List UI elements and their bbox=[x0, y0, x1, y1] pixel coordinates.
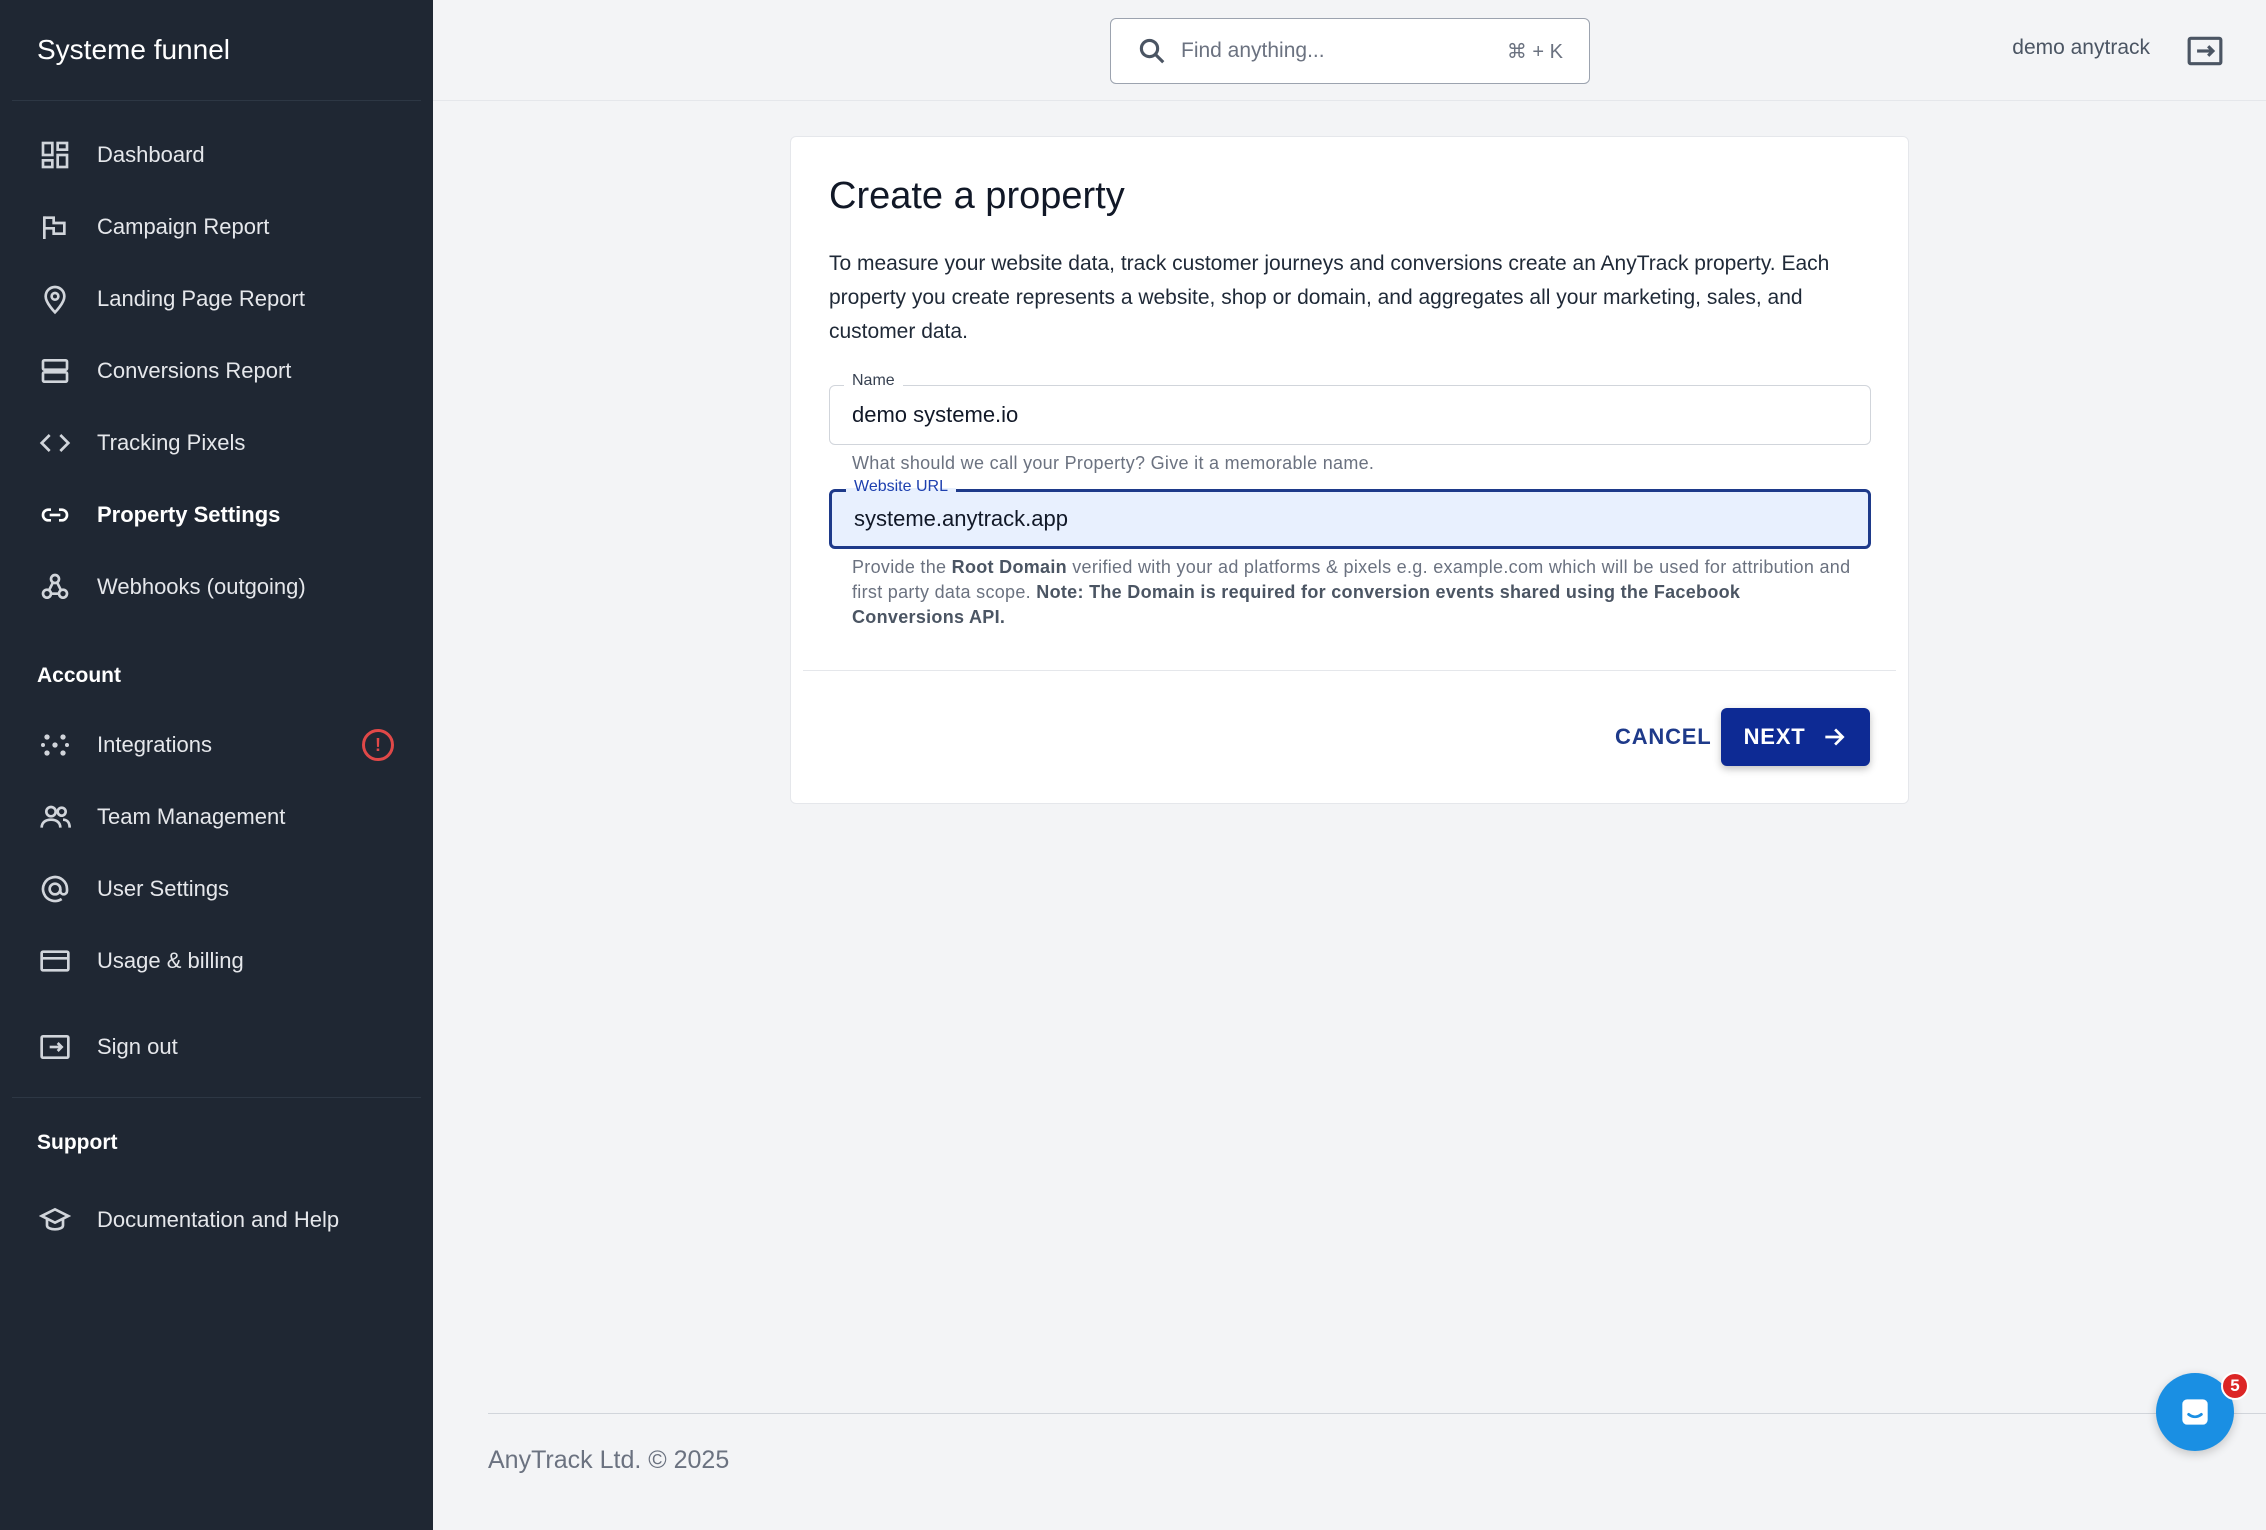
webhook-icon bbox=[37, 569, 73, 605]
sidebar-item-label: Usage & billing bbox=[97, 948, 244, 973]
sidebar-item-team-management[interactable]: Team Management bbox=[0, 781, 433, 853]
sidebar-item-dashboard[interactable]: Dashboard bbox=[0, 119, 433, 191]
sidebar-item-campaign-report[interactable]: Campaign Report bbox=[0, 191, 433, 263]
form-description: To measure your website data, track cust… bbox=[829, 252, 1830, 343]
search-input[interactable]: Find anything... ⌘ + K bbox=[1110, 18, 1590, 84]
sidebar-item-label: Integrations bbox=[97, 732, 212, 757]
search-icon bbox=[1139, 38, 1165, 64]
support-section-title: Support bbox=[37, 1131, 118, 1154]
map-pin-icon bbox=[37, 281, 73, 317]
sidebar-item-tracking-pixels[interactable]: Tracking Pixels bbox=[0, 407, 433, 479]
name-field-value: demo systeme.io bbox=[852, 402, 1019, 427]
sidebar-item-sign-out[interactable]: Sign out bbox=[0, 1011, 433, 1083]
sidebar-item-label: Campaign Report bbox=[97, 214, 270, 239]
next-button-label: NEXT bbox=[1743, 724, 1806, 749]
sidebar-item-label: Webhooks (outgoing) bbox=[97, 574, 306, 599]
sidebar-item-conversions-report[interactable]: Conversions Report bbox=[0, 335, 433, 407]
brand-title: Systeme funnel bbox=[12, 0, 421, 101]
main-nav: Dashboard Campaign Report Landing Page R… bbox=[0, 101, 433, 623]
sidebar-item-documentation[interactable]: Documentation and Help bbox=[0, 1184, 433, 1256]
sidebar-item-webhooks[interactable]: Webhooks (outgoing) bbox=[0, 551, 433, 623]
helper-text: Provide the bbox=[852, 557, 952, 577]
graduation-cap-icon bbox=[37, 1202, 73, 1238]
chat-icon bbox=[2182, 1399, 2208, 1425]
integrations-icon bbox=[37, 727, 73, 763]
sidebar-item-label: Property Settings bbox=[97, 502, 281, 527]
next-button[interactable]: NEXT bbox=[1721, 708, 1870, 766]
user-name[interactable]: demo anytrack bbox=[2012, 36, 2150, 60]
sidebar-item-user-settings[interactable]: User Settings bbox=[0, 853, 433, 925]
sidebar-item-label: Team Management bbox=[97, 804, 286, 829]
website-url-field-label: Website URL bbox=[846, 478, 956, 496]
name-helper-text: What should we call your Property? Give … bbox=[852, 453, 1375, 473]
name-field-label: Name bbox=[844, 372, 903, 390]
website-url-helper-text: Provide the Root Domain verified with yo… bbox=[852, 555, 1852, 630]
sidebar-item-property-settings[interactable]: Property Settings bbox=[0, 479, 433, 551]
footer-divider bbox=[488, 1413, 2266, 1414]
topbar: Find anything... ⌘ + K demo anytrack bbox=[433, 0, 2266, 101]
sign-out-icon bbox=[37, 1029, 73, 1065]
credit-card-icon bbox=[37, 943, 73, 979]
logout-icon bbox=[2187, 36, 2223, 66]
logout-button[interactable] bbox=[2186, 32, 2224, 70]
sidebar-item-landing-page-report[interactable]: Landing Page Report bbox=[0, 263, 433, 335]
create-property-card: Create a property To measure your websit… bbox=[790, 136, 1909, 804]
sidebar-item-label: User Settings bbox=[97, 876, 230, 901]
search-placeholder: Find anything... bbox=[1181, 39, 1325, 62]
footer-copyright: AnyTrack Ltd. © 2025 bbox=[488, 1446, 730, 1474]
cancel-button[interactable]: CANCEL bbox=[1597, 708, 1729, 766]
server-icon bbox=[37, 353, 73, 389]
sidebar-item-label: Documentation and Help bbox=[97, 1207, 340, 1232]
sidebar-item-label: Landing Page Report bbox=[97, 286, 305, 311]
search-shortcut: ⌘ + K bbox=[1506, 40, 1563, 63]
helper-bold-text: Root Domain bbox=[951, 557, 1067, 577]
arrow-right-icon bbox=[1825, 728, 1846, 746]
website-url-field-value: systeme.anytrack.app bbox=[854, 506, 1068, 531]
sidebar-item-label: Sign out bbox=[97, 1034, 178, 1059]
alert-icon: ! bbox=[362, 729, 394, 761]
sidebar-item-integrations[interactable]: Integrations ! bbox=[0, 709, 433, 781]
sidebar-item-label: Tracking Pixels bbox=[97, 430, 246, 455]
sidebar: Systeme funnel Dashboard Campaign Report… bbox=[0, 0, 433, 1530]
sidebar-item-label: Dashboard bbox=[97, 142, 205, 167]
account-section-title: Account bbox=[37, 664, 121, 687]
sidebar-item-usage-billing[interactable]: Usage & billing bbox=[0, 925, 433, 997]
page-title: Create a property bbox=[829, 175, 1125, 217]
chat-notification-badge: 5 bbox=[2221, 1372, 2249, 1400]
name-field[interactable]: Name demo systeme.io bbox=[829, 372, 1871, 445]
at-icon bbox=[37, 871, 73, 907]
flag-icon bbox=[37, 209, 73, 245]
website-url-field[interactable]: Website URL systeme.anytrack.app bbox=[829, 478, 1871, 549]
card-divider bbox=[803, 670, 1896, 671]
code-icon bbox=[37, 425, 73, 461]
users-icon bbox=[37, 799, 73, 835]
sidebar-item-label: Conversions Report bbox=[97, 358, 292, 383]
dashboard-icon bbox=[37, 137, 73, 173]
link-icon bbox=[37, 497, 73, 533]
